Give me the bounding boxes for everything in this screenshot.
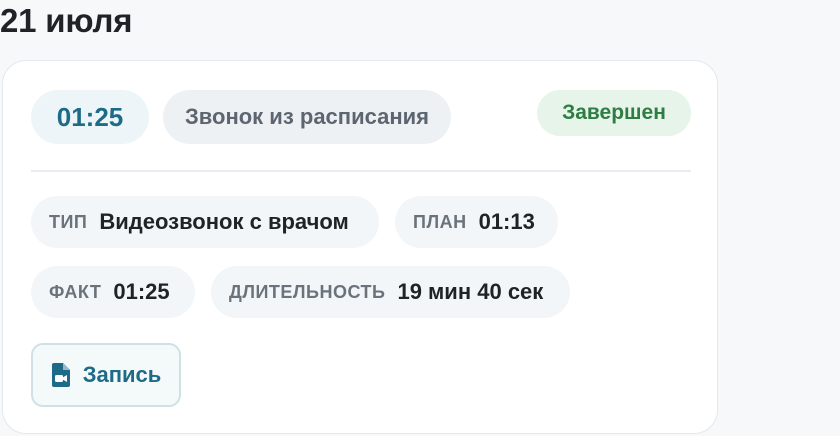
date-heading: 21 июля bbox=[0, 2, 133, 39]
call-time-pill: 01:25 bbox=[31, 90, 149, 144]
video-file-icon bbox=[51, 363, 71, 387]
duration-label: ДЛИТЕЛЬНОСТЬ bbox=[229, 281, 386, 302]
duration-value: 19 мин 40 сек bbox=[397, 279, 544, 304]
duration-pill: ДЛИТЕЛЬНОСТЬ 19 мин 40 сек bbox=[211, 266, 570, 318]
call-source-pill: Звонок из расписания bbox=[163, 90, 451, 144]
fact-time-label: ФАКТ bbox=[49, 281, 102, 302]
plan-time-value: 01:13 bbox=[478, 209, 535, 234]
divider bbox=[31, 170, 691, 172]
call-type-pill: ТИП Видеозвонок с врачом bbox=[31, 196, 379, 248]
record-button[interactable]: Запись bbox=[31, 343, 181, 407]
fact-time-pill: ФАКТ 01:25 bbox=[31, 266, 195, 318]
call-card: 01:25 Звонок из расписания Завершен ТИП … bbox=[2, 60, 718, 434]
plan-time-pill: ПЛАН 01:13 bbox=[395, 196, 558, 248]
call-type-label: ТИП bbox=[49, 211, 88, 232]
call-type-value: Видеозвонок с врачом bbox=[99, 209, 349, 234]
status-badge: Завершен bbox=[537, 90, 691, 136]
fact-time-value: 01:25 bbox=[113, 279, 170, 304]
record-button-label: Запись bbox=[82, 362, 162, 387]
plan-time-label: ПЛАН bbox=[413, 211, 467, 232]
